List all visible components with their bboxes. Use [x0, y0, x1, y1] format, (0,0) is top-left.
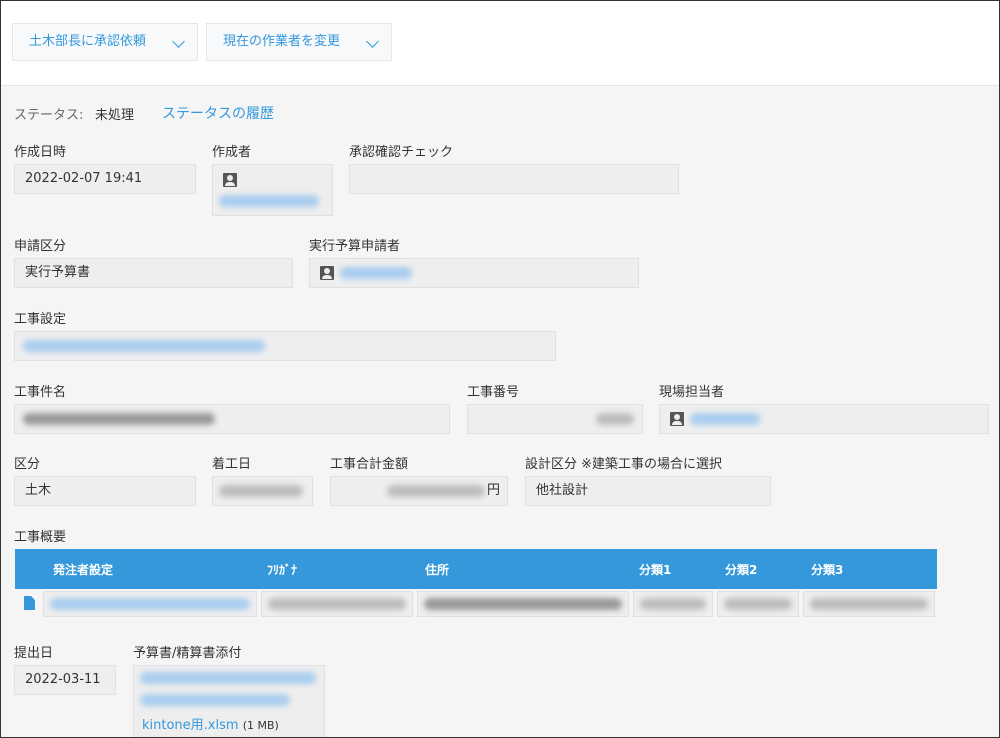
attachment-preview-blurred[interactable] — [140, 672, 316, 684]
total-amount-label: 工事合計金額 — [330, 457, 409, 472]
created-at-value: 2022-02-07 19:41 — [25, 171, 143, 186]
start-date-label: 着工日 — [212, 457, 252, 472]
site-manager-field — [659, 404, 989, 434]
total-amount-blurred — [387, 485, 485, 497]
submission-date-value: 2022-03-11 — [25, 672, 101, 687]
creator-field — [212, 164, 333, 216]
file-icon[interactable] — [24, 596, 35, 610]
design-division-field: 他社設計 — [525, 476, 771, 506]
attachment-file-link[interactable]: kintone用.xlsm — [142, 718, 239, 733]
application-type-label: 申請区分 — [14, 239, 67, 254]
design-division-value: 他社設計 — [536, 483, 589, 498]
start-date-blurred — [219, 485, 303, 497]
attachment-field: kintone用.xlsm (1 MB) — [133, 665, 325, 737]
construction-number-label: 工事番号 — [467, 385, 520, 400]
orderer-link-blurred[interactable] — [50, 598, 250, 610]
attachment-file-size: (1 MB) — [242, 719, 279, 732]
change-assignee-label: 現在の作業者を変更 — [223, 34, 341, 49]
user-icon — [670, 412, 684, 426]
construction-setting-label: 工事設定 — [14, 312, 67, 327]
total-amount-field: 円 — [330, 476, 508, 506]
attachment-label: 予算書/精算書添付 — [133, 646, 242, 661]
approval-check-label: 承認確認チェック — [349, 145, 454, 160]
chevron-down-icon — [172, 35, 185, 48]
action-toolbar: 土木部長に承認依頼 現在の作業者を変更 — [1, 1, 999, 86]
approval-check-field — [349, 164, 679, 194]
chevron-down-icon — [366, 35, 379, 48]
overview-table-label: 工事概要 — [14, 530, 67, 545]
table-cell-category1 — [633, 591, 713, 617]
column-header-address: 住所 — [425, 563, 450, 577]
attachment-file-entry: kintone用.xlsm (1 MB) — [142, 714, 279, 733]
table-cell-address — [417, 591, 629, 617]
column-header-category3: 分類3 — [811, 563, 844, 577]
creator-label: 作成者 — [212, 145, 252, 160]
construction-number-field — [467, 404, 643, 434]
approve-request-button[interactable]: 土木部長に承認依頼 — [12, 23, 198, 61]
address-blurred — [424, 598, 622, 610]
submission-date-field: 2022-03-11 — [14, 665, 116, 695]
column-header-furigana: ﾌﾘｶﾞﾅ — [267, 563, 298, 577]
category1-blurred — [640, 598, 706, 610]
design-division-label: 設計区分 ※建築工事の場合に選択 — [525, 457, 723, 472]
category2-blurred — [724, 598, 792, 610]
change-assignee-button[interactable]: 現在の作業者を変更 — [206, 23, 392, 61]
division-label: 区分 — [14, 457, 41, 472]
construction-name-blurred — [23, 413, 215, 425]
record-detail-window: 土木部長に承認依頼 現在の作業者を変更 ステータス: 未処理 ステータスの履歴 … — [0, 0, 1000, 738]
division-field: 土木 — [14, 476, 196, 506]
status-history-link[interactable]: ステータスの履歴 — [162, 103, 274, 123]
table-cell-category3 — [803, 591, 935, 617]
construction-name-label: 工事件名 — [14, 385, 67, 400]
division-value: 土木 — [25, 483, 52, 498]
user-icon — [223, 173, 237, 187]
start-date-field — [212, 476, 313, 506]
overview-table-header: 発注者設定 ﾌﾘｶﾞﾅ 住所 分類1 分類2 分類3 — [15, 549, 937, 589]
approve-request-label: 土木部長に承認依頼 — [29, 34, 147, 49]
created-at-label: 作成日時 — [14, 145, 67, 160]
construction-name-field — [14, 404, 450, 434]
budget-applicant-label: 実行予算申請者 — [309, 239, 401, 254]
site-manager-label: 現場担当者 — [659, 385, 725, 400]
application-type-value: 実行予算書 — [25, 265, 91, 280]
category3-blurred — [810, 598, 928, 610]
table-cell-orderer — [43, 591, 257, 617]
total-amount-unit: 円 — [487, 483, 501, 498]
column-header-orderer: 発注者設定 — [53, 563, 114, 577]
site-manager-name-blurred[interactable] — [690, 413, 760, 425]
status-value: 未処理 — [95, 108, 135, 123]
table-cell-furigana — [261, 591, 413, 617]
created-at-field: 2022-02-07 19:41 — [14, 164, 196, 194]
table-cell-category2 — [717, 591, 799, 617]
column-header-category2: 分類2 — [725, 563, 758, 577]
construction-setting-link-blurred[interactable] — [23, 340, 265, 352]
budget-applicant-field — [309, 258, 639, 288]
furigana-blurred — [268, 598, 406, 610]
status-label: ステータス: — [14, 108, 84, 123]
application-type-field: 実行予算書 — [14, 258, 293, 288]
submission-date-label: 提出日 — [14, 646, 54, 661]
column-header-category1: 分類1 — [639, 563, 672, 577]
budget-applicant-name-blurred[interactable] — [340, 267, 412, 279]
user-icon — [320, 266, 334, 280]
construction-number-blurred — [596, 413, 634, 425]
attachment-preview-blurred[interactable] — [140, 694, 290, 706]
creator-name-blurred[interactable] — [219, 195, 319, 207]
construction-setting-field — [14, 331, 556, 361]
